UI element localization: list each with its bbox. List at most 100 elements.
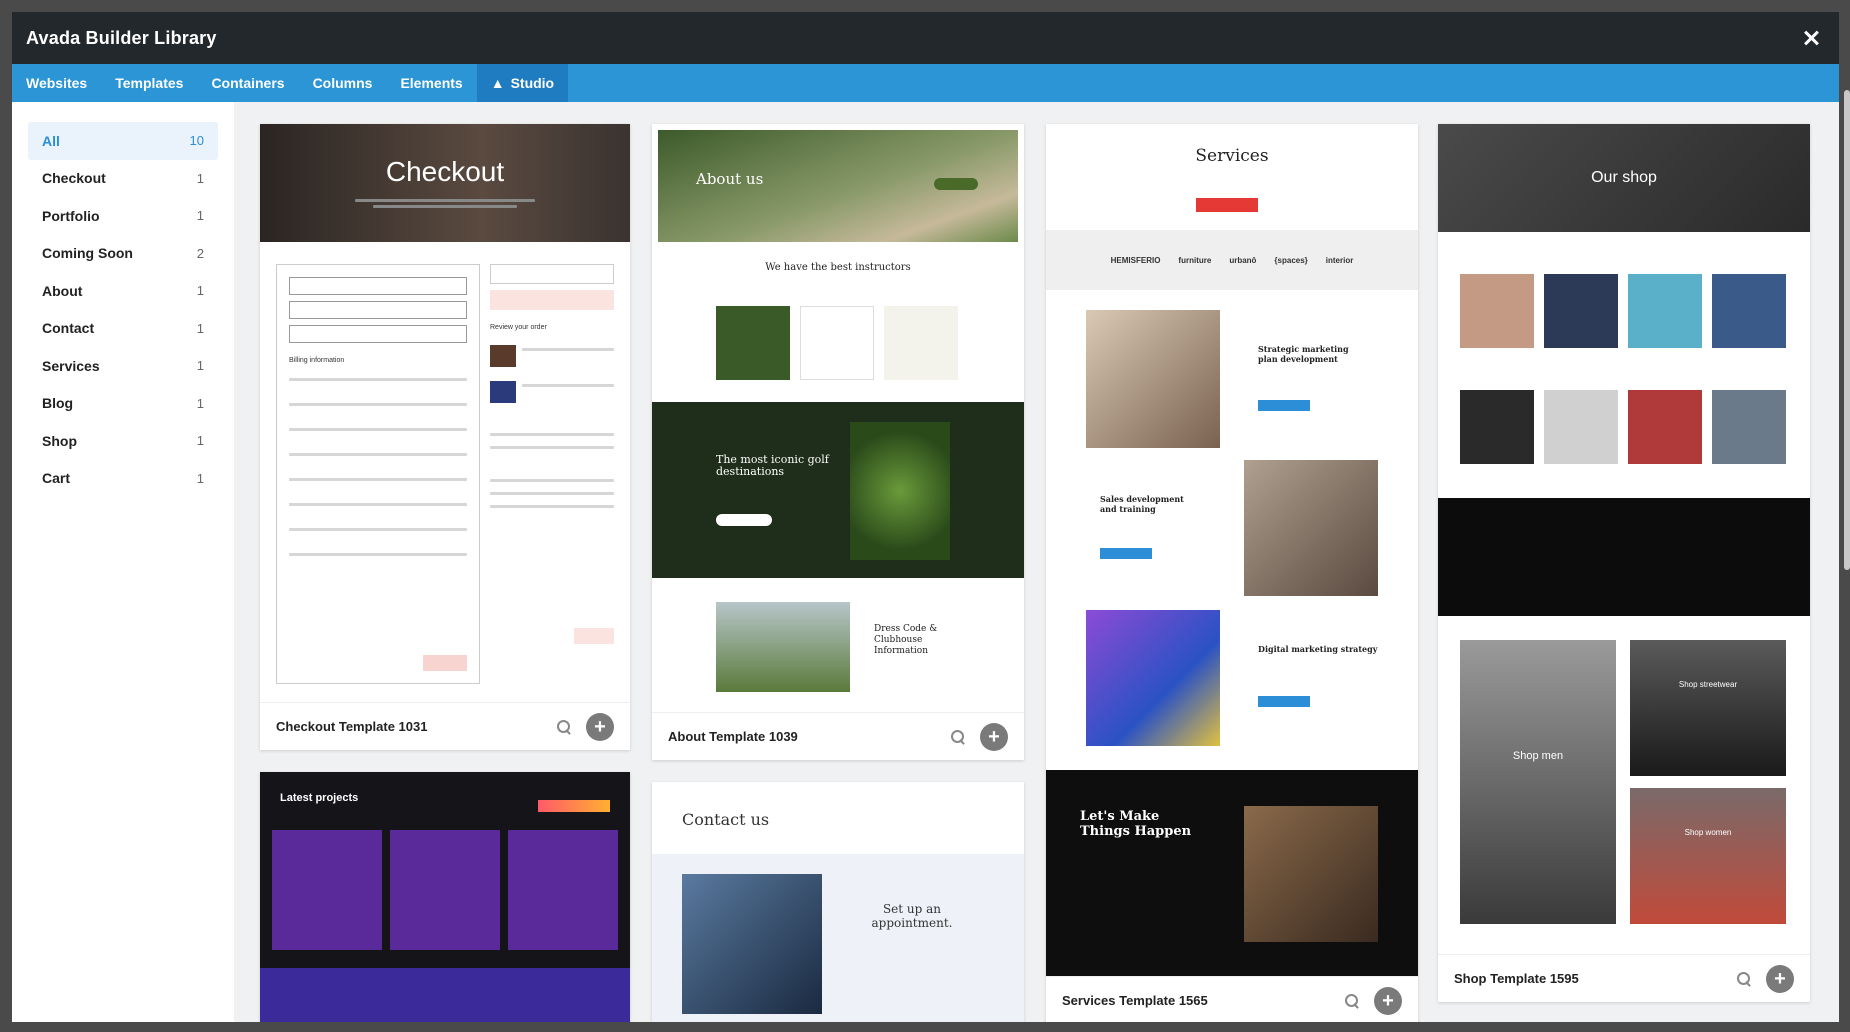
logo-text: interior (1325, 255, 1354, 265)
preview-hero: Our shop (1438, 124, 1810, 232)
preview-tile (716, 306, 790, 380)
studio-icon: ▲ (490, 75, 505, 91)
template-grid: Checkout Billing information Review your… (234, 102, 1839, 1022)
card-title: Checkout Template 1031 (276, 719, 428, 734)
sidebar-item-label: All (42, 132, 60, 149)
template-card-contact[interactable]: Contact us Set up an appointment. (652, 782, 1024, 1022)
product-thumb (1628, 274, 1702, 348)
card-footer: Checkout Template 1031 + (260, 702, 630, 750)
add-template-button[interactable]: + (980, 722, 1008, 751)
sidebar-item-all[interactable]: All 10 (28, 122, 218, 160)
preview-hero-title: About us (696, 170, 764, 188)
preview-section-title: Set up an appointment. (871, 902, 953, 931)
sidebar-item-about[interactable]: About 1 (28, 272, 218, 310)
product-thumb (1460, 390, 1534, 464)
preview-golf-section: The most iconic golf destinations (652, 402, 1024, 578)
add-template-button[interactable]: + (1374, 986, 1402, 1015)
sidebar-item-label: Checkout (42, 170, 106, 187)
sidebar-item-shop[interactable]: Shop 1 (28, 422, 218, 460)
preview-tile (884, 306, 958, 380)
preview-billing-form: Billing information (276, 264, 480, 684)
preview-continue-button (423, 655, 467, 671)
sidebar-item-label: About (42, 282, 83, 299)
preview-hero-title: Services (1195, 146, 1269, 166)
preview-service-title: Digital marketing strategy (1258, 644, 1378, 654)
template-preview: Checkout Billing information Review your… (260, 124, 630, 702)
preview-hero-title: Latest projects (280, 792, 359, 804)
template-card-about[interactable]: About us We have the best instructors Th… (652, 124, 1024, 760)
sidebar-item-checkout[interactable]: Checkout 1 (28, 160, 218, 198)
add-template-button[interactable]: + (1766, 964, 1794, 993)
card-actions: + (1736, 964, 1794, 993)
add-template-button[interactable]: + (586, 712, 614, 741)
preview-section-title: We have the best instructors (765, 262, 911, 273)
tab-label: Websites (26, 75, 88, 91)
preview-golf-title: The most iconic golf destinations (716, 453, 829, 479)
close-icon[interactable] (1799, 26, 1823, 50)
tab-containers[interactable]: Containers (197, 64, 298, 102)
product-thumb (1712, 390, 1786, 464)
preview-search-icon[interactable] (556, 719, 572, 735)
template-card-checkout[interactable]: Checkout Billing information Review your… (260, 124, 630, 750)
sidebar-item-label: Cart (42, 470, 71, 487)
preview-service-title: Strategic marketing plan development (1258, 344, 1349, 364)
sidebar-item-count: 1 (196, 358, 204, 374)
sidebar-item-coming-soon[interactable]: Coming Soon 2 (28, 235, 218, 273)
sidebar-item-blog[interactable]: Blog 1 (28, 385, 218, 423)
card-footer: Shop Template 1595 + (1438, 954, 1810, 1002)
tab-label: Elements (400, 75, 463, 91)
sidebar-item-cart[interactable]: Cart 1 (28, 460, 218, 498)
sidebar-item-label: Blog (42, 395, 74, 412)
template-card-shop[interactable]: Our shop Shop men Shop streetwear Shop w… (1438, 124, 1810, 1002)
sidebar-item-services[interactable]: Services 1 (28, 347, 218, 385)
logo-text: furniture (1178, 255, 1212, 265)
modal-titlebar: Avada Builder Library (12, 12, 1839, 64)
sidebar-item-label: Coming Soon (42, 245, 133, 262)
preview-image: Shop men (1460, 640, 1616, 924)
modal-scrollbar[interactable] (1844, 90, 1850, 570)
modal-title: Avada Builder Library (26, 27, 217, 48)
logo-text: {spaces} (1274, 255, 1308, 265)
preview-image: Shop streetwear (1630, 640, 1786, 776)
library-content: All 10 Checkout 1 Portfolio 1 Coming Soon 2 … (12, 102, 1839, 1022)
preview-service-title: Sales development and training (1100, 494, 1184, 514)
preview-search-icon[interactable] (1344, 993, 1360, 1009)
preview-image (1086, 610, 1220, 746)
template-preview: Our shop Shop men Shop streetwear Shop w… (1438, 124, 1810, 954)
preview-image (1086, 310, 1220, 448)
sidebar-item-count: 1 (196, 395, 204, 411)
tab-templates[interactable]: Templates (101, 64, 197, 102)
product-thumb (1544, 390, 1618, 464)
sidebar-item-label: Shop (42, 432, 77, 449)
template-card-portfolio[interactable]: Latest projects (260, 772, 630, 1022)
preview-hero-title: Our shop (1591, 169, 1657, 186)
preview-search-icon[interactable] (950, 729, 966, 745)
preview-image-label: Shop women (1684, 828, 1732, 837)
sidebar-item-label: Portfolio (42, 207, 100, 224)
preview-features-band (1438, 498, 1810, 616)
sidebar-item-count: 1 (196, 320, 204, 336)
sidebar-item-portfolio[interactable]: Portfolio 1 (28, 197, 218, 235)
product-thumb (1544, 274, 1618, 348)
preview-hero-text (355, 196, 535, 211)
card-title: About Template 1039 (668, 729, 798, 744)
preview-image-label: Shop streetwear (1678, 680, 1738, 689)
tab-studio[interactable]: ▲ Studio (476, 64, 569, 102)
sidebar-item-count: 1 (196, 170, 204, 186)
tab-websites[interactable]: Websites (12, 64, 101, 102)
template-card-services[interactable]: Services HEMISFERIO furniture urbanô {sp… (1046, 124, 1418, 1022)
preview-image (716, 602, 850, 692)
preview-image-label: Shop men (1512, 750, 1564, 762)
sidebar-item-contact[interactable]: Contact 1 (28, 310, 218, 348)
tab-bar: Websites Templates Containers Columns El… (12, 64, 1839, 102)
sidebar-item-count: 1 (196, 283, 204, 299)
preview-tile (800, 306, 874, 380)
preview-search-icon[interactable] (1736, 971, 1752, 987)
library-modal: Avada Builder Library Websites Templates… (12, 12, 1839, 1022)
preview-cta-title: Let's Make Things Happen (1080, 809, 1192, 839)
preview-hero: About us (658, 130, 1018, 242)
tab-columns[interactable]: Columns (299, 64, 387, 102)
tab-elements[interactable]: Elements (386, 64, 476, 102)
category-sidebar: All 10 Checkout 1 Portfolio 1 Coming Soon 2 … (12, 102, 234, 1022)
tab-label: Containers (211, 75, 285, 91)
